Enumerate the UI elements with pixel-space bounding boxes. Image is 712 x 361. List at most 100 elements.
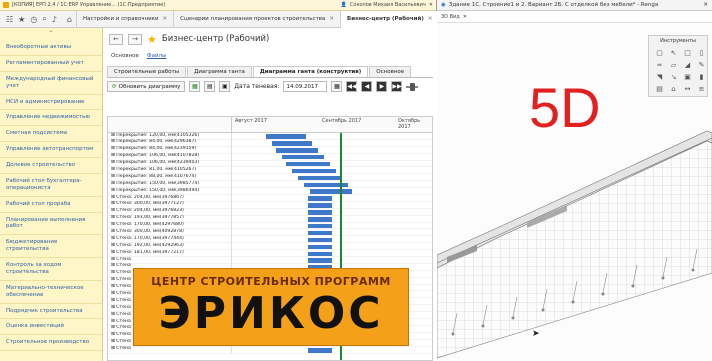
back-button[interactable]: ← xyxy=(109,33,123,45)
gantt-bar[interactable] xyxy=(286,161,330,167)
subtab-gantt[interactable]: Диаграмма ганта xyxy=(187,66,252,77)
renga-app-icon: ◉ xyxy=(441,2,446,8)
close-icon[interactable]: ✕ xyxy=(429,2,433,8)
grid-menu-icon[interactable]: ☷ xyxy=(6,15,13,24)
sidebar-item[interactable]: Оценка инвестиций xyxy=(0,319,102,336)
sidebar-item[interactable]: Рабочий стол бухгалтера-операциониста xyxy=(0,174,102,197)
close-tab-icon[interactable]: ✕ xyxy=(463,14,467,20)
sidebar-item[interactable]: Планирование выполнения работ xyxy=(0,213,102,236)
close-tab-icon[interactable]: ✕ xyxy=(163,16,168,22)
gantt-bar[interactable] xyxy=(292,168,336,174)
pointer-tool-icon[interactable]: ↖ xyxy=(668,48,679,58)
dimension-tool-icon[interactable]: ↔ xyxy=(682,84,693,94)
sidebar-item[interactable]: Внеоборотные активы xyxy=(0,40,102,56)
text-tool-icon[interactable]: ≡ xyxy=(696,84,707,94)
gantt-bar[interactable] xyxy=(308,203,332,208)
gantt-row[interactable]: ⊞ Стена xyxy=(108,346,432,354)
renga-window: ◉ Здание 1С. Строение1 и 2. Вариант 2Б. … xyxy=(437,0,712,361)
gantt-row-label: ⊞ Стена: 181,00, мм(3977217) xyxy=(108,249,232,257)
gantt-bar[interactable] xyxy=(276,148,318,153)
play-icon[interactable]: ▶ xyxy=(376,81,388,92)
sidebar-item[interactable]: Сметная подсистема xyxy=(0,126,102,143)
step-back-icon[interactable]: ◀ xyxy=(361,81,373,92)
sidebar-item[interactable]: Бюджетирование строительства xyxy=(0,235,102,258)
link-main[interactable]: Основное xyxy=(111,53,139,59)
skip-back-icon[interactable]: ◀◀ xyxy=(346,81,358,92)
sidebar-item[interactable]: Управление автотранспортом xyxy=(0,142,102,158)
close-tab-icon[interactable]: ✕ xyxy=(428,16,433,22)
sidebar-item[interactable]: Строительное производство xyxy=(0,335,102,352)
column-tool-icon[interactable]: ▣ xyxy=(682,72,693,82)
search-icon[interactable]: ⌕ xyxy=(42,14,46,24)
home-icon[interactable]: ⌂ xyxy=(63,15,76,24)
gantt-bar[interactable] xyxy=(298,175,342,181)
subtab-main[interactable]: Основное xyxy=(369,66,412,77)
subtab-gantt-construct[interactable]: Диаграмма ганта (конструктив) xyxy=(252,66,369,77)
slab-tool-icon[interactable]: ▱ xyxy=(668,60,679,70)
refresh-diagram-button[interactable]: ⟳ Обновить диаграмму xyxy=(107,81,186,92)
gantt-row-label: ⊞ Стена xyxy=(108,256,232,264)
favorites-icon[interactable]: ★ xyxy=(18,15,25,24)
user-icon[interactable]: 👤 xyxy=(341,2,347,8)
calendar-picker-icon[interactable]: ▦ xyxy=(331,81,343,92)
forward-button[interactable]: → xyxy=(128,33,142,45)
gantt-bar[interactable] xyxy=(308,196,332,201)
page-tool-icon[interactable]: ▯ xyxy=(696,48,707,58)
sidebar-item[interactable]: Рабочий стол прораба xyxy=(0,197,102,213)
sidebar-item[interactable]: Подрядчик строительства xyxy=(0,304,102,320)
gantt-bar[interactable] xyxy=(308,251,332,256)
sidebar-item[interactable]: Регламентированный учет xyxy=(0,56,102,72)
close-icon[interactable]: ✕ xyxy=(703,2,708,8)
tab-business-center[interactable]: Бизнес-центр (Рабочий) ✕ xyxy=(340,10,439,28)
close-tab-icon[interactable]: ✕ xyxy=(329,16,334,22)
tools-grid: ▢ ↖ □ ▯ ═ ▱ ◢ ✎ ◥ ↘ ▣ ▮ ▤ ⌂ ↔ ≡ xyxy=(649,46,707,96)
link-files[interactable]: Файлы xyxy=(147,53,167,59)
gantt-bar[interactable] xyxy=(308,237,332,243)
gantt-bar[interactable] xyxy=(308,223,332,229)
roof-tool-icon[interactable]: ◢ xyxy=(682,60,693,70)
gantt-bar[interactable] xyxy=(266,134,306,139)
shadow-date-input[interactable]: 14.09.2017 xyxy=(283,81,328,92)
skip-forward-icon[interactable]: ▶▶ xyxy=(391,81,403,92)
3d-viewport[interactable]: 5D Инструменты ▢ ↖ □ ▯ ═ ▱ ◢ ✎ ◥ ↘ ▣ ▮ ▤… xyxy=(437,23,712,361)
wall-tool-icon[interactable]: ═ xyxy=(654,60,665,70)
box-tool-icon[interactable]: □ xyxy=(682,48,693,58)
history-icon[interactable]: ◷ xyxy=(30,15,37,24)
sidebar-item[interactable]: Управление недвижимостью xyxy=(0,110,102,127)
calendar-icon[interactable]: ▣ xyxy=(219,81,231,92)
refresh-icon: ⟳ xyxy=(112,83,117,90)
gantt-bar[interactable] xyxy=(308,230,332,236)
gantt-bar[interactable] xyxy=(310,189,352,194)
excel-icon[interactable]: ▦ xyxy=(189,81,201,92)
tab-scenarios[interactable]: Сценарии планирования проектов строитель… xyxy=(173,10,340,28)
beam-tool-icon[interactable]: ◥ xyxy=(654,72,665,82)
room-tool-icon[interactable]: ⌂ xyxy=(668,84,679,94)
select-tool-icon[interactable]: ▢ xyxy=(654,48,665,58)
sidebar-item[interactable]: Материально-техническое обеспечение xyxy=(0,281,102,304)
tab-settings[interactable]: Настройки и справочники ✕ xyxy=(76,10,173,28)
timeline-slider[interactable] xyxy=(406,82,419,91)
pen-tool-icon[interactable]: ✎ xyxy=(696,60,707,70)
sidebar-item[interactable]: Долевое строительство xyxy=(0,158,102,174)
gantt-bar[interactable] xyxy=(282,154,324,160)
stair-tool-icon[interactable]: ↘ xyxy=(668,72,679,82)
gantt-bar[interactable] xyxy=(272,141,312,146)
slider-handle[interactable] xyxy=(410,82,416,91)
sidebar-item[interactable]: НСИ и администрирование xyxy=(0,95,102,111)
gantt-bar[interactable] xyxy=(308,210,332,215)
chevron-up-icon[interactable]: ⌃ xyxy=(0,28,102,40)
gantt-bar[interactable] xyxy=(308,258,332,263)
view-tab-3d[interactable]: 3D Вид ✕ xyxy=(437,11,712,23)
subtab-construction-works[interactable]: Строительные работы xyxy=(107,66,187,77)
window-tool-icon[interactable]: ▤ xyxy=(654,84,665,94)
gantt-bar[interactable] xyxy=(308,217,332,222)
gantt-row-label: ⊞ Перекрытие: 84,00, мм(4296387) xyxy=(108,139,232,147)
door-tool-icon[interactable]: ▮ xyxy=(696,72,707,82)
favorite-star-icon[interactable]: ★ xyxy=(147,33,157,46)
gantt-bar[interactable] xyxy=(308,244,332,250)
gantt-bar[interactable] xyxy=(308,348,332,353)
table-icon[interactable]: ▤ xyxy=(204,81,216,92)
notifications-icon[interactable]: ♪ xyxy=(52,15,57,24)
sidebar-item[interactable]: Контроль за ходом строительства xyxy=(0,258,102,281)
sidebar-item[interactable]: Международный финансовый учет xyxy=(0,72,102,95)
